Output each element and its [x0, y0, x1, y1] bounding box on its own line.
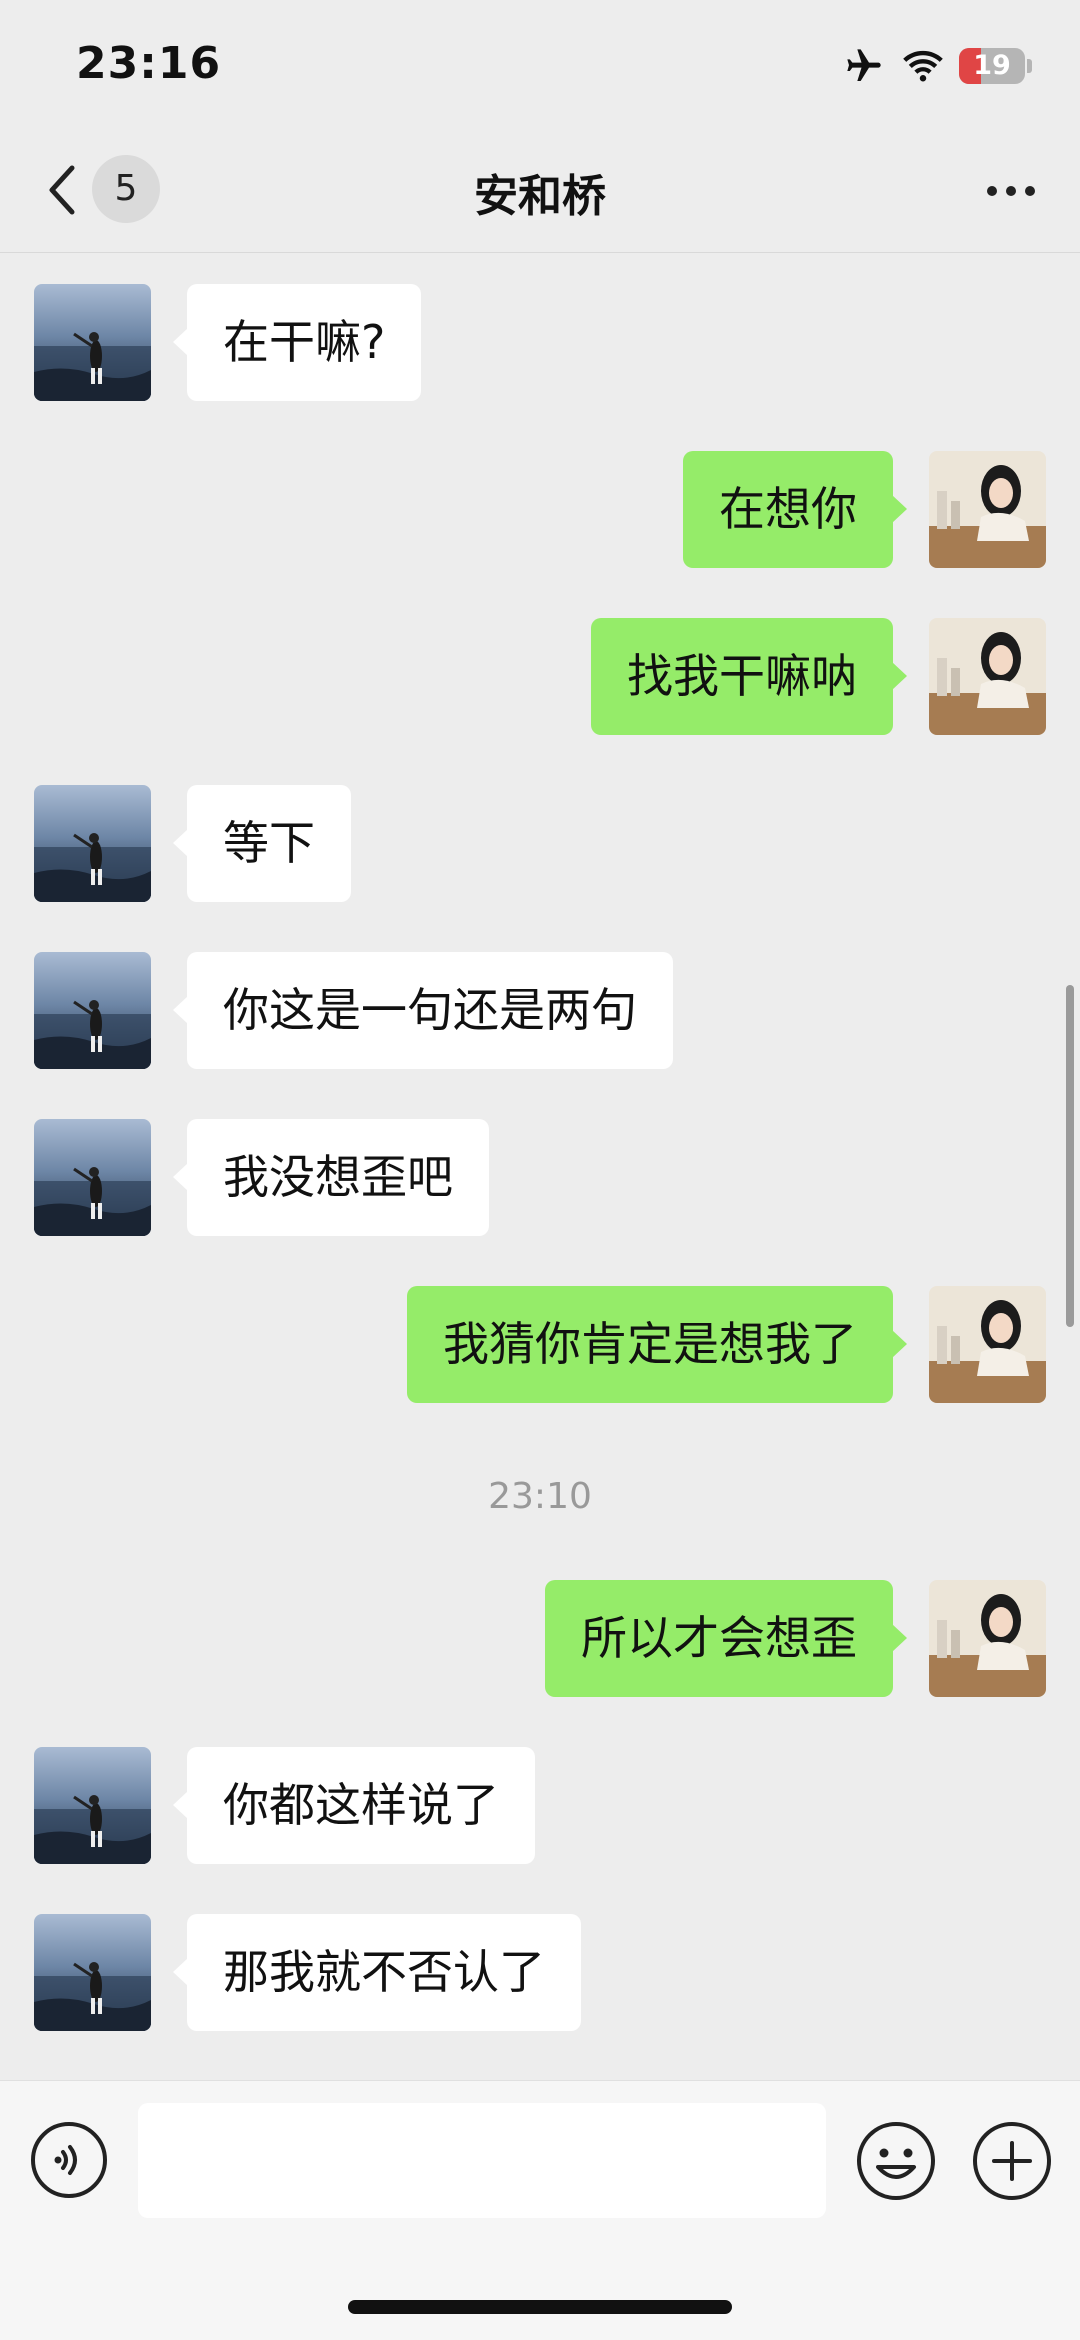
- user-avatar[interactable]: [929, 1580, 1046, 1697]
- message-input[interactable]: [138, 2103, 826, 2218]
- contact-avatar[interactable]: [34, 284, 151, 401]
- message-timestamp: 23:10: [488, 1476, 592, 1517]
- message-sent: 找我干嘛呐: [0, 618, 1080, 735]
- chat-scrollbar[interactable]: [1066, 985, 1074, 1327]
- more-icon[interactable]: [976, 164, 1046, 218]
- contact-avatar[interactable]: [34, 1914, 151, 2031]
- battery-percentage: 19: [973, 50, 1011, 81]
- voice-icon[interactable]: [30, 2121, 108, 2199]
- message-sent: 我猜你肯定是想我了: [0, 1286, 1080, 1403]
- airplane-icon: [847, 49, 881, 81]
- contact-avatar[interactable]: [34, 1747, 151, 1864]
- message-bubble[interactable]: 所以才会想歪: [545, 1580, 907, 1697]
- message-bubble[interactable]: 你这是一句还是两句: [173, 952, 673, 1069]
- message-bubble[interactable]: 我没想歪吧: [173, 1119, 489, 1236]
- status-time: 23:16: [76, 38, 222, 89]
- status-bar: 23:16 19: [0, 0, 1080, 130]
- message-bubble[interactable]: 在想你: [683, 451, 907, 568]
- message-received: 在干嘛?: [0, 284, 1080, 401]
- message-bubble[interactable]: 那我就不否认了: [173, 1914, 581, 2031]
- battery-icon: 19: [959, 48, 1025, 84]
- contact-avatar[interactable]: [34, 1119, 151, 1236]
- battery-tip: [1027, 59, 1032, 73]
- emoji-icon[interactable]: [856, 2121, 936, 2201]
- wifi-icon: [903, 50, 943, 82]
- message-received: 你这是一句还是两句: [0, 952, 1080, 1069]
- contact-avatar[interactable]: [34, 785, 151, 902]
- user-avatar[interactable]: [929, 618, 1046, 735]
- message-bubble[interactable]: 你都这样说了: [173, 1747, 535, 1864]
- message-bubble[interactable]: 我猜你肯定是想我了: [407, 1286, 907, 1403]
- message-bubble[interactable]: 在干嘛?: [172, 284, 422, 401]
- user-avatar[interactable]: [929, 1286, 1046, 1403]
- nav-bar: 5 安和桥: [0, 130, 1080, 253]
- message-received: 我没想歪吧: [0, 1119, 1080, 1236]
- message-sent: 在想你: [0, 451, 1080, 568]
- plus-icon[interactable]: [972, 2121, 1052, 2201]
- message-bubble[interactable]: 等下: [173, 785, 351, 902]
- message-received: 等下: [0, 785, 1080, 902]
- message-received: 那我就不否认了: [0, 1914, 1080, 2031]
- home-indicator[interactable]: [348, 2300, 732, 2314]
- user-avatar[interactable]: [929, 451, 1046, 568]
- message-bubble[interactable]: 找我干嘛呐: [591, 618, 907, 735]
- message-sent: 所以才会想歪: [0, 1580, 1080, 1697]
- chat-title: 安和桥: [474, 171, 606, 222]
- message-received: 你都这样说了: [0, 1747, 1080, 1864]
- contact-avatar[interactable]: [34, 952, 151, 1069]
- chat-messages[interactable]: 在干嘛? 在想你 找我干嘛呐 等下 你这是一句还是两句 我没想歪吧 我猜你肯定是…: [0, 253, 1080, 2080]
- status-icons: 19: [841, 44, 1032, 88]
